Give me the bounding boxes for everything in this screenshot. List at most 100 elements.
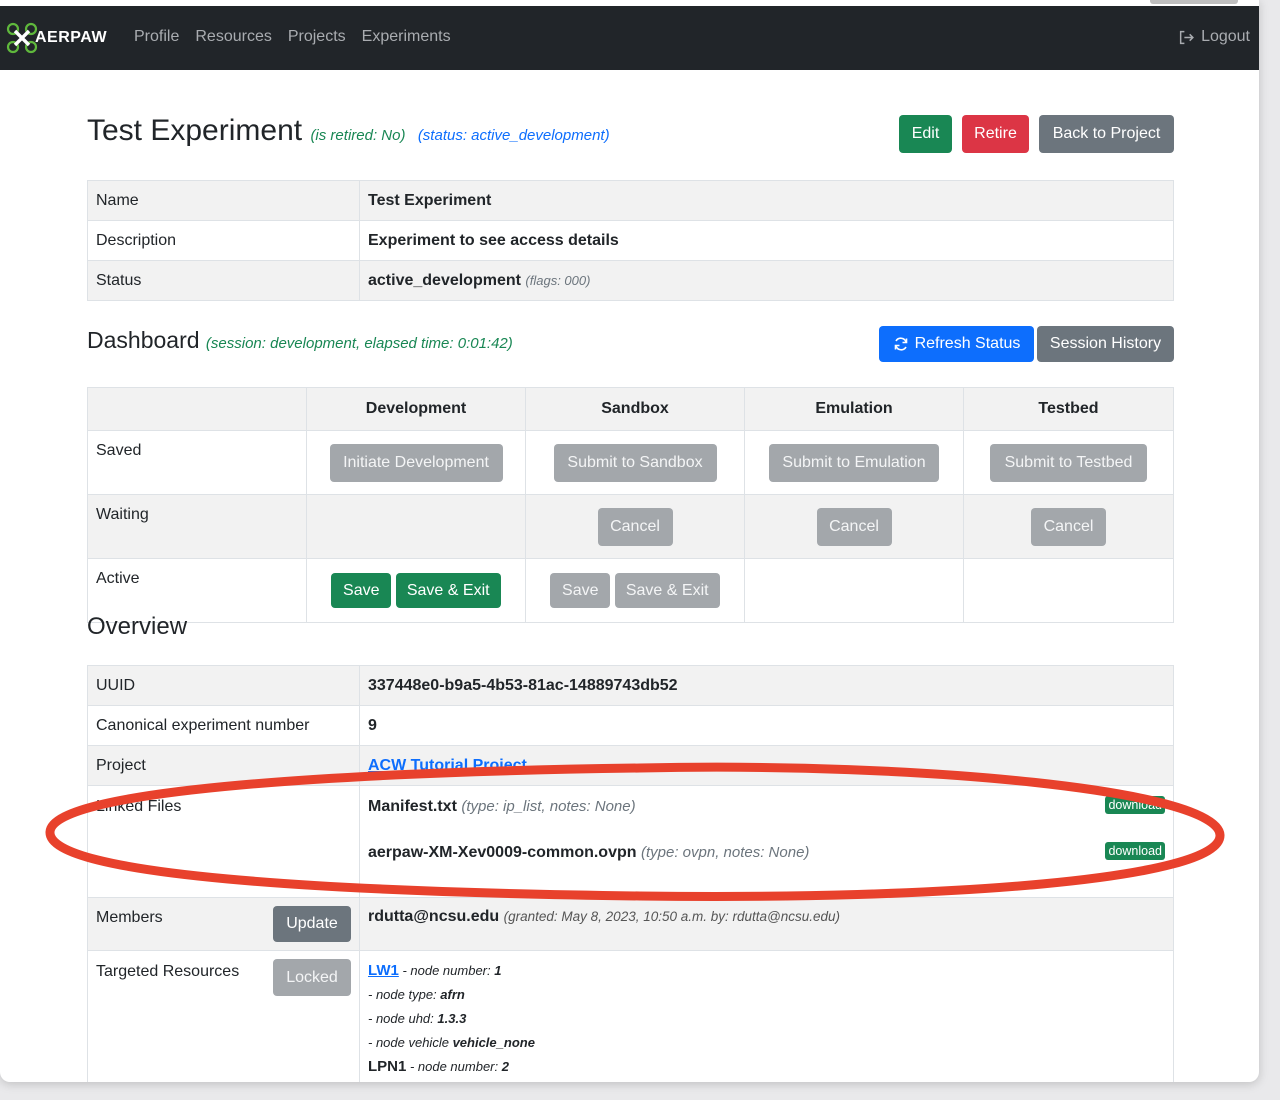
file1-name: Manifest.txt <box>368 798 457 815</box>
overview-table: UUID 337448e0-b9a5-4b53-81ac-14889743db5… <box>87 665 1174 1082</box>
description-label: Description <box>87 220 360 261</box>
table-row: Linked Files Manifest.txt (type: ip_list… <box>87 785 1174 898</box>
logout-label: Logout <box>1201 28 1250 45</box>
brand[interactable]: AERPAW <box>6 22 107 54</box>
file2-note: (type: ovpn, notes: None) <box>640 844 810 861</box>
dashboard-title: Dashboard <box>87 327 200 353</box>
resource-vehicle-label: - node vehicle <box>368 1035 453 1050</box>
submit-to-sandbox-button[interactable]: Submit to Sandbox <box>553 443 717 482</box>
resource-vehicle: vehicle_none <box>452 1035 535 1050</box>
navbar: AERPAW Profile Resources Projects Experi… <box>0 6 1259 70</box>
resource-lw1-link[interactable]: LW1 <box>368 962 399 979</box>
members-cell: Members Update <box>87 897 360 951</box>
nav-experiments[interactable]: Experiments <box>362 28 451 46</box>
table-row: Description Experiment to see access det… <box>87 220 1174 261</box>
cell: Cancel <box>963 494 1174 559</box>
logout-link[interactable]: Logout <box>1178 28 1250 46</box>
submit-to-testbed-button[interactable]: Submit to Testbed <box>990 443 1147 482</box>
nav-profile[interactable]: Profile <box>134 28 179 46</box>
table-row: Name Test Experiment <box>87 180 1174 221</box>
retire-button[interactable]: Retire <box>962 115 1029 153</box>
dashboard-table: Development Sandbox Emulation Testbed Sa… <box>87 387 1174 623</box>
save-exit-sandbox-button[interactable]: Save & Exit <box>614 573 720 608</box>
dashboard-row-waiting: Waiting Cancel Cancel Cancel <box>87 494 1174 559</box>
cancel-sandbox-button[interactable]: Cancel <box>597 507 673 546</box>
file-row: Manifest.txt (type: ip_list, notes: None… <box>368 796 1165 816</box>
uuid-label: UUID <box>87 665 360 706</box>
cell: Submit to Sandbox <box>525 430 745 495</box>
cell: Submit to Emulation <box>744 430 964 495</box>
resource-lpn1-name: LPN1 <box>368 1058 407 1075</box>
dashboard-header-row: Development Sandbox Emulation Testbed <box>87 387 1174 431</box>
col-testbed: Testbed <box>963 387 1174 431</box>
resource-line: - node vehicle vehicle_none <box>368 1031 1165 1055</box>
description-value: Experiment to see access details <box>359 220 1174 261</box>
resource-list: LW1 - node number: 1 - node type: afrn -… <box>368 951 1165 1082</box>
initiate-development-button[interactable]: Initiate Development <box>329 443 503 482</box>
back-to-project-button[interactable]: Back to Project <box>1039 115 1174 153</box>
logout-icon <box>1179 30 1194 44</box>
save-development-button[interactable]: Save <box>331 573 392 608</box>
session-history-button[interactable]: Session History <box>1037 326 1174 362</box>
cell <box>306 494 526 559</box>
status-flags: (flags: 000) <box>525 272 591 288</box>
status-label: Status <box>87 260 360 301</box>
file2-download-button[interactable]: download <box>1105 842 1165 860</box>
cell: Cancel <box>744 494 964 559</box>
table-row: Project ACW Tutorial Project <box>87 745 1174 786</box>
brand-text: AERPAW <box>35 29 108 46</box>
drone-logo-icon <box>6 22 38 54</box>
file2-name: aerpaw-XM-Xev0009-common.ovpn <box>368 844 637 861</box>
member-email: rdutta@ncsu.edu <box>368 908 500 925</box>
locked-resources-button[interactable]: Locked <box>273 959 351 996</box>
status-value: active_development <box>368 271 521 289</box>
resource-number-label: - node number: <box>406 1059 502 1074</box>
dashboard-session: (session: development, elapsed time: 0:0… <box>205 335 513 352</box>
project-link[interactable]: ACW Tutorial Project <box>368 757 527 774</box>
table-row: Canonical experiment number 9 <box>87 705 1174 746</box>
table-row: Members Update rdutta@ncsu.edu (granted:… <box>87 897 1174 951</box>
row-label-waiting: Waiting <box>87 494 307 559</box>
refresh-icon <box>894 337 907 351</box>
resource-line: LW1 - node number: 1 <box>368 959 1165 983</box>
cell: Initiate Development <box>306 430 526 495</box>
page-title-row: Test Experiment (is retired: No) (status… <box>87 114 610 148</box>
dashboard-row-saved: Saved Initiate Development Submit to San… <box>87 430 1174 495</box>
cancel-emulation-button[interactable]: Cancel <box>816 507 892 546</box>
edit-button[interactable]: Edit <box>899 115 952 153</box>
resource-line: - node uhd: 1.3.3 <box>368 1007 1165 1031</box>
col-development: Development <box>306 387 526 431</box>
header-actions: Edit Retire Back to Project <box>899 115 1174 153</box>
members-value-cell: rdutta@ncsu.edu (granted: May 8, 2023, 1… <box>359 897 1174 951</box>
resource-uhd-label: - node uhd: <box>368 1011 438 1026</box>
page-title: Test Experiment <box>87 114 303 147</box>
file1-download-button[interactable]: download <box>1105 796 1165 814</box>
status-cell: active_development (flags: 000) <box>359 260 1174 301</box>
refresh-status-button[interactable]: Refresh Status <box>879 326 1034 362</box>
submit-to-emulation-button[interactable]: Submit to Emulation <box>769 443 939 482</box>
member-note: (granted: May 8, 2023, 10:50 a.m. by: rd… <box>503 909 841 924</box>
uuid-value: 337448e0-b9a5-4b53-81ac-14889743db52 <box>359 665 1174 706</box>
cell: Cancel <box>525 494 745 559</box>
browser-window: AERPAW Profile Resources Projects Experi… <box>0 0 1259 1082</box>
update-members-button[interactable]: Update <box>273 906 351 942</box>
dashboard-title-row: Dashboard (session: development, elapsed… <box>87 327 513 354</box>
cancel-testbed-button[interactable]: Cancel <box>1031 507 1106 546</box>
resource-line: LPN1 - node number: 2 <box>368 1055 1165 1079</box>
refresh-label: Refresh Status <box>914 335 1021 352</box>
resource-number: 2 <box>501 1059 509 1074</box>
file-row: aerpaw-XM-Xev0009-common.ovpn (type: ovp… <box>368 842 1165 862</box>
dashboard-corner <box>87 387 307 431</box>
dashboard-row-active: Active Save Save & Exit Save Save & Exit <box>87 558 1174 623</box>
save-sandbox-button[interactable]: Save <box>550 573 611 608</box>
table-row: Targeted Resources Locked LW1 - node num… <box>87 950 1174 1082</box>
nav-resources[interactable]: Resources <box>195 28 271 46</box>
linked-files-label: Linked Files <box>87 785 360 898</box>
dashboard-actions: Refresh Status Session History <box>879 326 1174 362</box>
col-sandbox: Sandbox <box>525 387 745 431</box>
nav-projects[interactable]: Projects <box>288 28 346 46</box>
resources-cell: Targeted Resources Locked <box>87 950 360 1082</box>
resource-number: 1 <box>494 963 502 978</box>
save-exit-development-button[interactable]: Save & Exit <box>395 573 501 608</box>
nav-links: Profile Resources Projects Experiments <box>134 28 451 46</box>
